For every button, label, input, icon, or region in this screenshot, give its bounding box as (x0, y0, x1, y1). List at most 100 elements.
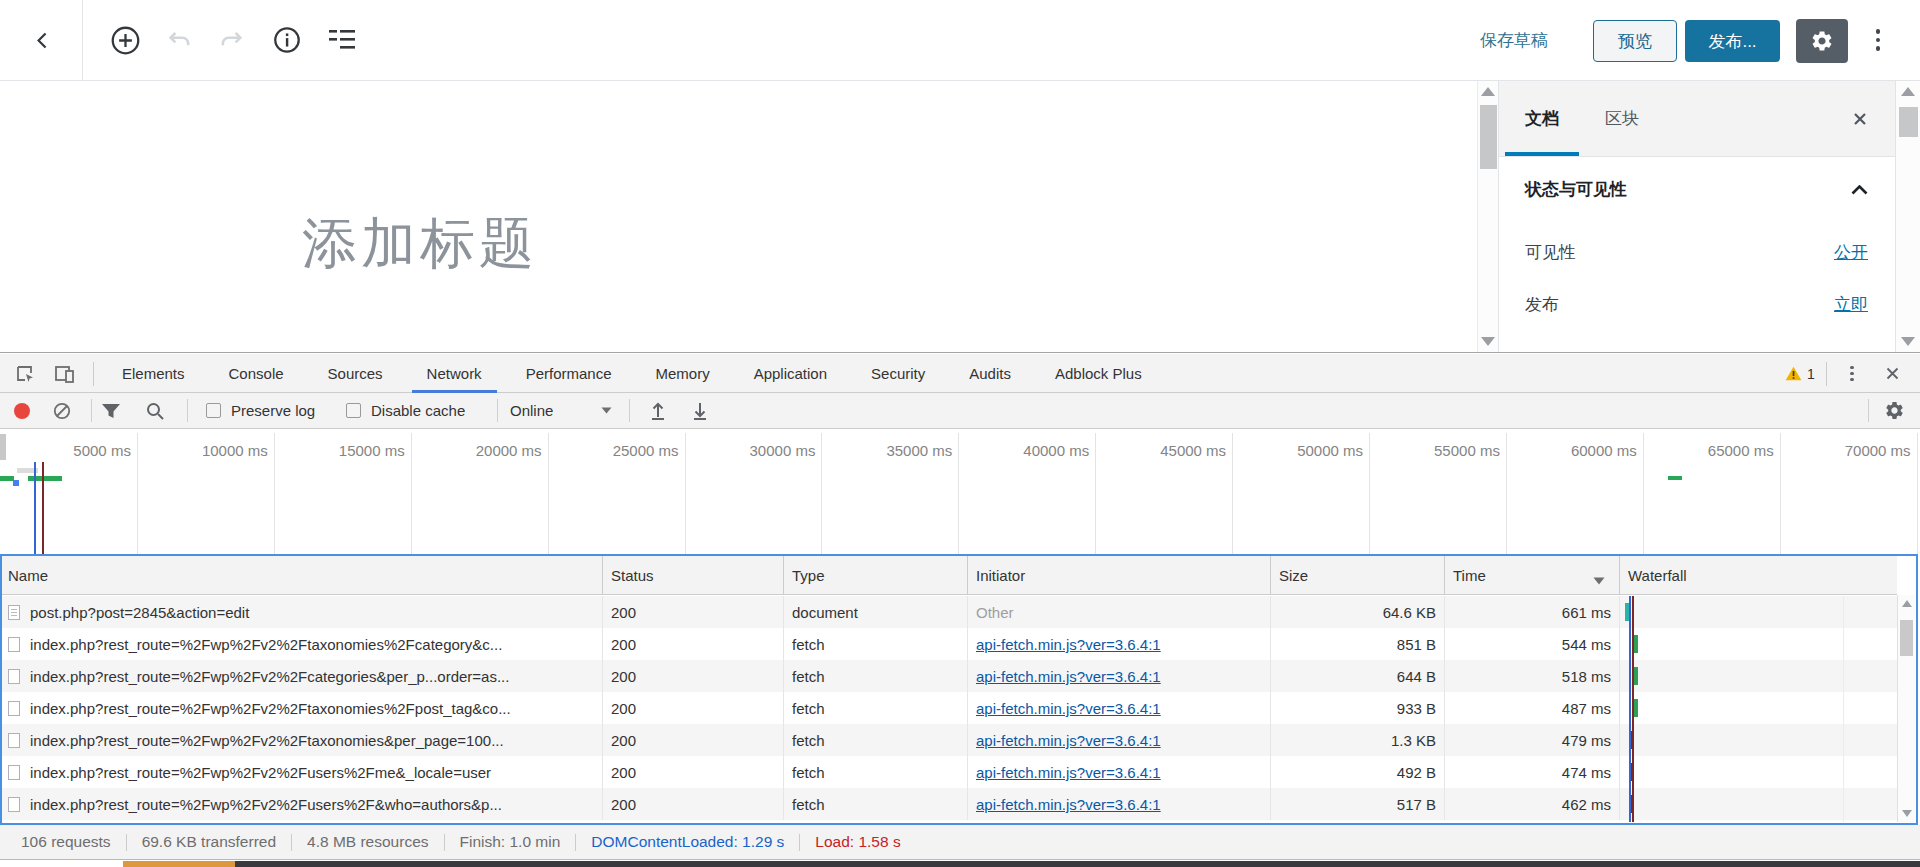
table-rows: post.php?post=2845&action=edit200documen… (0, 596, 1897, 820)
clear-button[interactable] (53, 393, 71, 428)
sidebar-tab-区块[interactable]: 区块 (1585, 81, 1659, 156)
add-block-button[interactable] (103, 18, 147, 62)
cell-name[interactable]: index.php?rest_route=%2Fwp%2Fv2%2Fusers%… (0, 756, 602, 788)
overview-gridline (1780, 433, 1781, 554)
scroll-down-icon[interactable] (1901, 337, 1915, 346)
table-scrollbar[interactable] (1897, 595, 1915, 822)
network-overview[interactable]: 5000 ms10000 ms15000 ms20000 ms25000 ms3… (0, 429, 1920, 554)
devtools-tab-adblock-plus[interactable]: Adblock Plus (1033, 354, 1164, 393)
request-row[interactable]: post.php?post=2845&action=edit200documen… (0, 596, 1897, 628)
request-row[interactable]: index.php?rest_route=%2Fwp%2Fv2%2Ftaxono… (0, 628, 1897, 660)
cell-initiator[interactable]: api-fetch.min.js?ver=3.6.4:1 (967, 628, 1270, 660)
overview-left-handle[interactable] (0, 434, 6, 460)
column-header-initiator[interactable]: Initiator (967, 556, 1270, 594)
record-button[interactable] (13, 393, 31, 428)
request-row[interactable]: index.php?rest_route=%2Fwp%2Fv2%2Ftaxono… (0, 692, 1897, 724)
request-row[interactable]: index.php?rest_route=%2Fwp%2Fv2%2Fcatego… (0, 660, 1897, 692)
devtools-menu-button[interactable] (1840, 354, 1864, 393)
request-row[interactable]: index.php?rest_route=%2Fwp%2Fv2%2Ftaxono… (0, 724, 1897, 756)
overview-tick-label: 70000 ms (1845, 442, 1911, 459)
sidebar-setting-row: 可见性公开 (1499, 226, 1895, 278)
sidebar-close-button[interactable] (1844, 103, 1876, 135)
bottom-strip-dark (235, 861, 1920, 867)
column-header-time[interactable]: Time (1444, 556, 1619, 594)
cell-name[interactable]: index.php?rest_route=%2Fwp%2Fv2%2Ftaxono… (0, 692, 602, 724)
panel-status-visibility[interactable]: 状态与可见性 (1499, 162, 1895, 217)
setting-value-link[interactable]: 公开 (1834, 241, 1868, 264)
sidebar-scrollbar[interactable] (1895, 81, 1920, 352)
column-header-status[interactable]: Status (602, 556, 783, 594)
column-header-name[interactable]: Name (0, 556, 602, 594)
plus-circle-icon (110, 25, 141, 56)
checkbox-icon (346, 403, 361, 418)
column-header-size[interactable]: Size (1270, 556, 1444, 594)
filter-button[interactable] (100, 393, 122, 428)
cell-name[interactable]: index.php?rest_route=%2Fwp%2Fv2%2Ftaxono… (0, 724, 602, 756)
sidebar-scrollbar-thumb[interactable] (1899, 107, 1918, 137)
cell-initiator[interactable]: api-fetch.min.js?ver=3.6.4:1 (967, 756, 1270, 788)
cell-name[interactable]: index.php?rest_route=%2Fwp%2Fv2%2Fcatego… (0, 660, 602, 692)
save-draft-button[interactable]: 保存草稿 (1480, 0, 1548, 80)
overview-tick-label: 65000 ms (1708, 442, 1774, 459)
console-warning-badge[interactable]: 1 (1785, 354, 1815, 393)
cell-initiator[interactable]: api-fetch.min.js?ver=3.6.4:1 (967, 660, 1270, 692)
cell-name[interactable]: index.php?rest_route=%2Fwp%2Fv2%2Fusers%… (0, 788, 602, 820)
device-toolbar-button[interactable] (48, 354, 82, 393)
column-header-waterfall[interactable]: Waterfall (1619, 556, 1897, 594)
setting-value-link[interactable]: 立即 (1834, 293, 1868, 316)
back-button[interactable] (18, 0, 66, 80)
disable-cache-checkbox[interactable]: Disable cache (346, 393, 465, 428)
search-button[interactable] (145, 393, 165, 428)
kebab-icon (1850, 366, 1854, 382)
overview-tick-label: 50000 ms (1297, 442, 1363, 459)
cell-initiator[interactable]: api-fetch.min.js?ver=3.6.4:1 (967, 692, 1270, 724)
redo-button[interactable] (209, 18, 253, 62)
table-scrollbar-thumb[interactable] (1900, 620, 1913, 656)
devtools-tab-memory[interactable]: Memory (634, 354, 732, 393)
export-har-button[interactable] (690, 393, 710, 428)
list-view-button[interactable] (320, 18, 364, 62)
devtools-tab-console[interactable]: Console (207, 354, 306, 393)
editor-scrollbar-thumb[interactable] (1480, 105, 1497, 169)
settings-gear-button[interactable] (1796, 19, 1848, 63)
undo-button[interactable] (158, 18, 202, 62)
request-row[interactable]: index.php?rest_route=%2Fwp%2Fv2%2Fusers%… (0, 756, 1897, 788)
devtools-tab-elements[interactable]: Elements (100, 354, 207, 393)
cell-name[interactable]: post.php?post=2845&action=edit (0, 596, 602, 628)
import-har-button[interactable] (648, 393, 668, 428)
sidebar-tab-文档[interactable]: 文档 (1505, 81, 1579, 156)
scroll-down-icon[interactable] (1481, 337, 1495, 346)
scroll-up-icon[interactable] (1901, 87, 1915, 96)
preview-button[interactable]: 预览 (1593, 20, 1677, 62)
throttling-select[interactable]: Online (510, 393, 612, 428)
overview-tick-label: 10000 ms (202, 442, 268, 459)
inspect-element-button[interactable] (8, 354, 42, 393)
cell-name[interactable]: index.php?rest_route=%2Fwp%2Fv2%2Ftaxono… (0, 628, 602, 660)
chevron-left-icon (32, 30, 53, 51)
preserve-log-checkbox[interactable]: Preserve log (206, 393, 315, 428)
devtools-tab-application[interactable]: Application (732, 354, 849, 393)
cell-initiator[interactable]: api-fetch.min.js?ver=3.6.4:1 (967, 788, 1270, 820)
devtools-tab-security[interactable]: Security (849, 354, 947, 393)
info-button[interactable] (265, 18, 309, 62)
cell-time: 479 ms (1444, 724, 1619, 756)
publish-button[interactable]: 发布... (1685, 20, 1780, 62)
cell-initiator[interactable]: api-fetch.min.js?ver=3.6.4:1 (967, 724, 1270, 756)
scroll-up-icon[interactable] (1481, 87, 1495, 96)
cell-time: 661 ms (1444, 596, 1619, 628)
editor-canvas[interactable]: 添加标题 (0, 81, 1477, 352)
post-title-placeholder[interactable]: 添加标题 (302, 207, 538, 281)
devtools-tab-network[interactable]: Network (405, 354, 504, 393)
request-row[interactable]: index.php?rest_route=%2Fwp%2Fv2%2Fusers%… (0, 788, 1897, 820)
devtools-settings-button[interactable] (1884, 393, 1905, 428)
statusbar-item: 4.8 MB resources (307, 833, 428, 851)
devtools-close-button[interactable] (1880, 354, 1904, 393)
devtools-tab-sources[interactable]: Sources (306, 354, 405, 393)
column-header-type[interactable]: Type (783, 556, 967, 594)
more-menu-button[interactable] (1862, 18, 1894, 62)
devtools-tab-performance[interactable]: Performance (504, 354, 634, 393)
table-header: NameStatusTypeInitiatorSizeTimeWaterfall (0, 556, 1897, 595)
devtools-tab-audits[interactable]: Audits (947, 354, 1033, 393)
editor-scrollbar[interactable] (1477, 81, 1498, 352)
overview-tick-label: 5000 ms (73, 442, 131, 459)
